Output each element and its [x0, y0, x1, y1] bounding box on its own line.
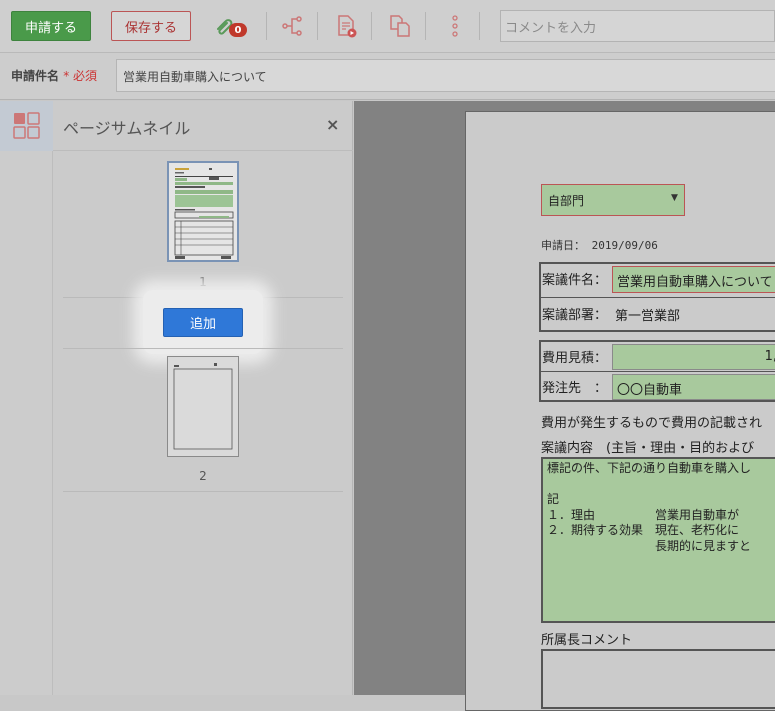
copy-button[interactable]: [382, 9, 418, 43]
subject-label: 申請件名 * 必須: [11, 67, 97, 84]
page-thumbnail-2[interactable]: [167, 356, 239, 457]
subject-input[interactable]: 営業用自動車購入について: [116, 59, 775, 92]
thumbnail-toggle-button[interactable]: [0, 101, 53, 151]
date-value: 2019/09/06: [591, 239, 658, 252]
toolbar-divider: [371, 12, 372, 40]
toolbar-divider: [479, 12, 480, 40]
department-select[interactable]: 自部門: [541, 184, 685, 216]
content-line: 長期的に見ますと: [547, 538, 752, 553]
more-button[interactable]: [437, 9, 473, 43]
page-preview-graphic: [168, 357, 238, 456]
page-thumbnail-1[interactable]: [167, 161, 239, 262]
toolbar-divider: [266, 12, 267, 40]
cost-note: 費用が発生するもので費用の記載され: [541, 416, 763, 431]
close-icon[interactable]: ×: [326, 115, 339, 134]
table-divider: [541, 297, 775, 298]
cost-estimate-field[interactable]: 1,: [612, 344, 775, 370]
panel-divider: [63, 491, 343, 492]
content-line: ２．期待する効果 現在、老朽化に: [547, 523, 740, 537]
document-play-icon: [338, 15, 357, 38]
thumbnail-panel-title: ページサムネイル: [63, 119, 191, 138]
route-button[interactable]: [274, 9, 310, 43]
add-page-button[interactable]: 追加: [163, 308, 243, 337]
proposal-subject-label: 案議件名：: [542, 273, 608, 288]
attachment-count-badge: 0: [229, 23, 247, 37]
preview-button[interactable]: [328, 9, 364, 43]
application-date: 申請日： 2019/09/06: [541, 237, 658, 253]
vendor-field[interactable]: 〇〇自動車: [612, 374, 775, 400]
page-preview-graphic: [169, 163, 237, 260]
route-icon: [282, 16, 302, 36]
grid-view-icon: [13, 112, 40, 139]
content-line: [547, 477, 775, 493]
proposal-content-area[interactable]: 標記の件、下記の通り自動車を購入し記 １．理由 営業用自動車が ２．期待する効果 現…: [541, 457, 775, 623]
required-text: 必須: [73, 69, 98, 83]
manager-comment-label: 所属長コメント: [541, 633, 633, 648]
toolbar-divider: [317, 12, 318, 40]
manager-comment-area[interactable]: [541, 649, 775, 709]
proposal-dept-value: 第一営業部: [615, 309, 681, 324]
save-button[interactable]: 保存する: [111, 11, 191, 41]
page-number: 1: [199, 275, 207, 289]
content-label: 案議内容 (主旨・理由・目的および: [541, 441, 755, 456]
required-mark: * 必須: [63, 69, 97, 83]
panel-divider: [63, 348, 343, 349]
content-line: 標記の件、下記の通り自動車を購入し: [547, 461, 752, 475]
copy-pages-icon: [390, 15, 410, 37]
content-line: １．理由 営業用自動車が: [547, 507, 740, 522]
comment-input[interactable]: コメントを入力: [500, 10, 775, 42]
content-line: 記: [547, 492, 560, 506]
proposal-subject-field[interactable]: 営業用自動車購入について: [612, 266, 775, 293]
more-vertical-icon: [452, 15, 458, 37]
left-rail: [0, 101, 53, 695]
page-number: 2: [199, 469, 207, 483]
chevron-down-icon: ▼: [671, 193, 678, 203]
apply-button[interactable]: 申請する: [11, 11, 91, 41]
cost-estimate-label: 費用見積：: [542, 351, 608, 366]
required-asterisk: *: [63, 69, 70, 83]
toolbar-divider: [425, 12, 426, 40]
proposal-dept-label: 案議部署：: [542, 308, 608, 323]
subject-label-text: 申請件名: [11, 69, 60, 83]
vendor-label: 発注先 ：: [542, 381, 608, 396]
table-divider: [541, 371, 775, 372]
date-label: 申請日：: [541, 239, 585, 252]
